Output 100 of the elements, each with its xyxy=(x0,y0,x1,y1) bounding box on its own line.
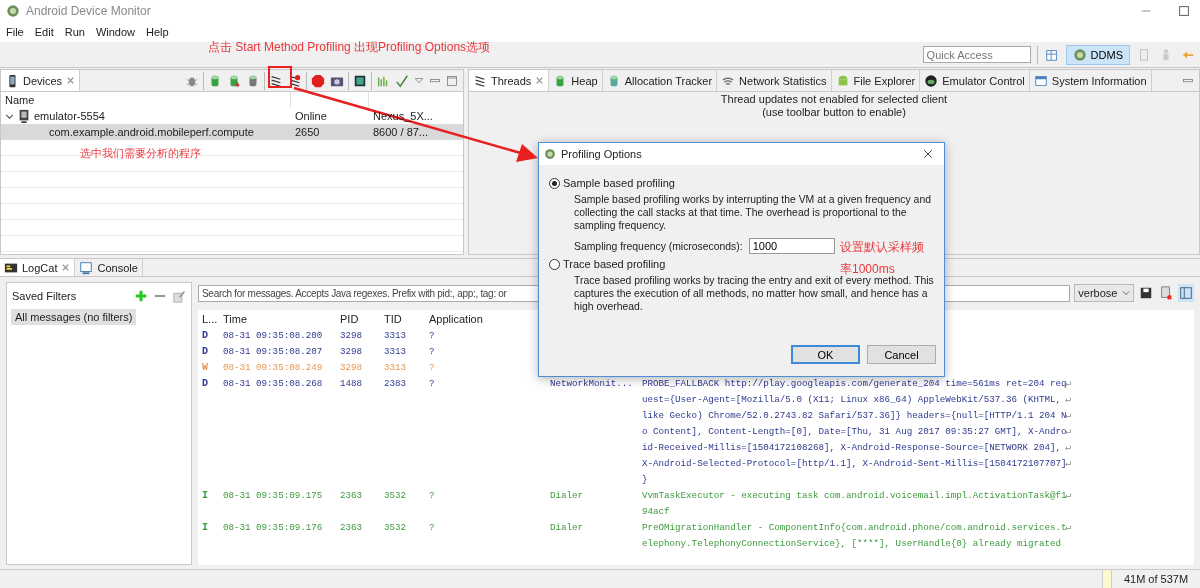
toggle-filters-button[interactable] xyxy=(1178,284,1194,302)
annotation-text: 点击 Start Method Profiling 出现Profiling Options选项 xyxy=(208,39,491,56)
log-level: W xyxy=(202,361,209,375)
log-message: VvmTaskExecutor - executing task com.android.voicemail.impl.ActivationTask@f1 xyxy=(642,489,1064,503)
table-cell-text: 8600 / 87... xyxy=(372,126,430,138)
devices-tab[interactable]: Devices xyxy=(1,70,81,91)
log-message: PROBE_FALLBACK http://play.googleapis.com/generate_204 time=561ms ret=204 req xyxy=(642,377,1064,391)
log-message: uest={User-Agent=[Mozilla/5.0 (X11; Linux x86_64) AppleWebKit/537.36 (KHTML, xyxy=(642,393,1063,407)
column-header[interactable]: L... xyxy=(202,313,223,325)
radio-button[interactable] xyxy=(549,258,560,270)
view-tab[interactable]: Threads xyxy=(469,70,550,91)
menu-item[interactable]: File xyxy=(2,26,28,38)
screen-icon xyxy=(353,73,367,88)
menu-item[interactable]: Run xyxy=(60,26,89,38)
close-icon[interactable] xyxy=(61,263,71,272)
document-icon xyxy=(1137,47,1151,62)
log-message: PreOMigrationHandler - ComponentInfo{com.android.phone/com.android.services.t xyxy=(642,521,1064,535)
frequency-field[interactable]: 1000 xyxy=(748,238,835,254)
chevron-down-icon[interactable] xyxy=(5,111,14,121)
log-time: 08-31 09:35:08.200 xyxy=(223,329,324,343)
line-wrap-icon xyxy=(1064,396,1072,404)
log-message: like Gecko) Chrome/52.0.2743.82 Safari/537.36]} headers={null=[HTTP/1.1 204 N xyxy=(642,409,1064,423)
log-application: ? xyxy=(429,521,436,535)
radio-button[interactable] xyxy=(549,177,560,189)
filter-item[interactable]: All messages (no filters) xyxy=(11,309,137,325)
column-header[interactable]: PID xyxy=(340,313,384,325)
close-icon[interactable] xyxy=(535,76,545,85)
log-tag: Dialer xyxy=(550,520,642,536)
clear-log-button[interactable] xyxy=(1158,284,1174,302)
log-application: ? xyxy=(429,361,436,375)
log-pid: 2363 xyxy=(340,521,364,535)
level-dropdown[interactable]: verbose xyxy=(1074,284,1134,302)
log-time: 08-31 09:35:08.249 xyxy=(223,361,324,375)
log-message: 94acf xyxy=(642,505,671,519)
radio-option[interactable]: Trace based profiling xyxy=(549,258,666,270)
log-message: o Content], Content-Length=[0], Date=[Thu, 31 Aug 2017 09:35:27 GMT], X-Andro xyxy=(642,425,1064,439)
log-application: ? xyxy=(429,329,436,343)
save-icon xyxy=(1139,286,1153,300)
maximize-icon xyxy=(446,74,458,87)
quick-access-field[interactable]: Quick Access xyxy=(922,46,1031,63)
plus-icon xyxy=(135,290,147,302)
view-tab[interactable]: LogCat xyxy=(0,259,76,276)
menu-item[interactable]: Edit xyxy=(30,26,58,38)
check-graph-icon xyxy=(395,73,409,88)
dialog-title: Profiling Options xyxy=(561,148,643,160)
log-application: ? xyxy=(429,489,436,503)
log-level: I xyxy=(202,521,209,535)
panel-title: Saved Filters xyxy=(11,290,78,302)
dialog-button[interactable]: OK xyxy=(791,345,860,364)
radio-option[interactable]: Sample based profiling xyxy=(549,177,675,189)
device-name[interactable]: emulator-5554 xyxy=(34,110,105,122)
console-icon xyxy=(79,260,94,275)
log-tid: 3313 xyxy=(384,361,408,375)
dialog-button[interactable]: Cancel xyxy=(867,345,936,364)
caret-icon xyxy=(414,75,424,86)
threads-icon xyxy=(269,73,283,88)
close-icon[interactable] xyxy=(66,76,76,85)
table-cell-text: 2650 xyxy=(294,126,321,138)
log-application: ? xyxy=(429,345,436,359)
app-logo-icon xyxy=(6,4,20,18)
globe-icon xyxy=(924,73,939,88)
memory-indicator[interactable]: 41M of 537M xyxy=(1111,570,1200,588)
highlight-frame xyxy=(268,66,292,88)
info-text: (use toolbar button to enable) xyxy=(762,106,906,119)
clear-log-icon xyxy=(1159,286,1173,300)
log-pid: 2363 xyxy=(340,489,364,503)
annotation-text: 选中我们需要分析的程序 xyxy=(80,146,201,161)
log-message: X-Android-Selected-Protocol=[http/1.1], X-Android-Sent-Millis=[1504172107707] xyxy=(642,457,1064,471)
line-wrap-icon xyxy=(1064,444,1072,452)
line-wrap-icon xyxy=(1064,524,1072,532)
caret-icon xyxy=(1122,289,1130,297)
close-icon xyxy=(923,149,933,159)
log-tag: Dialer xyxy=(550,488,642,504)
log-level: D xyxy=(202,329,209,343)
perspective-button[interactable]: DDMS xyxy=(1065,44,1130,65)
table-cell-text: Online xyxy=(294,110,328,122)
log-pid: 3298 xyxy=(340,345,364,359)
log-pid: 3298 xyxy=(340,329,364,343)
menu-item[interactable]: Help xyxy=(142,26,173,38)
panel-icon xyxy=(1179,286,1193,300)
menu-item[interactable]: Window xyxy=(91,26,139,38)
log-level: D xyxy=(202,345,209,359)
column-header[interactable]: Time xyxy=(223,313,340,325)
log-time: 08-31 09:35:09.175 xyxy=(223,489,324,503)
log-time: 08-31 09:35:08.268 xyxy=(223,377,324,391)
edit-icon xyxy=(173,289,186,303)
log-time: 08-31 09:35:09.176 xyxy=(223,521,324,535)
line-wrap-icon xyxy=(1064,380,1072,388)
process-row[interactable]: com.example.android.mobileperf.compute 2650 8600 / 87... xyxy=(1,124,463,140)
log-message: } xyxy=(642,473,649,487)
info-text: Thread updates not enabled for selected client xyxy=(720,93,948,106)
log-message: id-Received-Millis=[1504172108268], X-Android-Response-Source=[NETWORK 204], xyxy=(642,441,1063,455)
threads-icon xyxy=(473,73,487,88)
column-header[interactable]: TID xyxy=(384,313,429,325)
log-pid: 3298 xyxy=(340,361,364,375)
grid-icon xyxy=(1044,47,1059,62)
log-application: ? xyxy=(429,377,436,391)
table-cell-text: com.example.android.mobileperf.compute xyxy=(48,126,255,138)
dialog-logo-icon xyxy=(544,148,556,160)
log-message: elephony.TelephonyConnectionService}, [****], UserHandle{0} already migrated xyxy=(642,537,1063,551)
